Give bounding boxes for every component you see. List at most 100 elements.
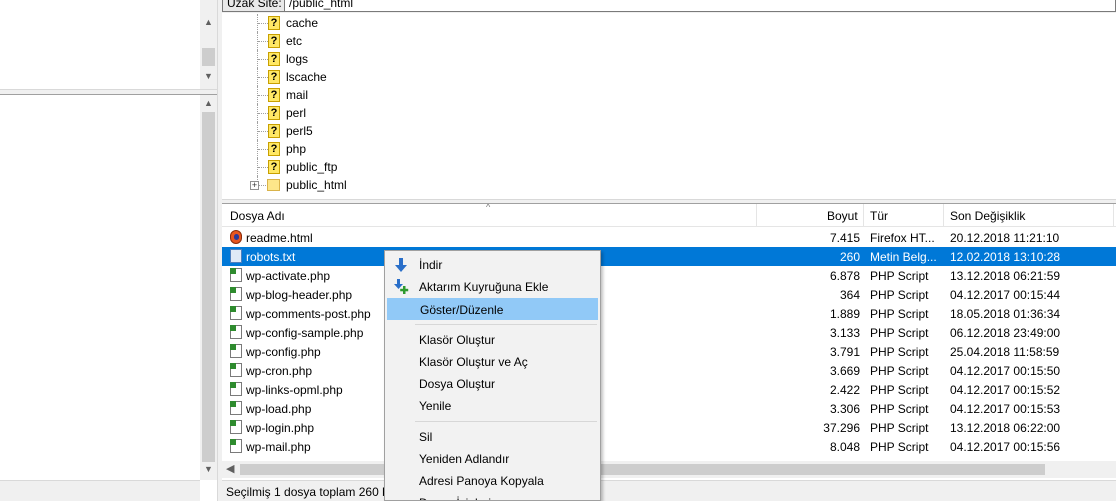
table-row[interactable]: wp-activate.php 6.878 PHP Script 13.12.2018… (222, 266, 1116, 285)
file-name: wp-activate.php (246, 269, 331, 283)
file-size: 364 (839, 288, 860, 302)
php-file-icon (230, 306, 242, 320)
expand-icon[interactable]: + (250, 181, 259, 190)
file-size: 2.422 (829, 383, 860, 397)
table-row[interactable]: wp-mail.php 8.048 PHP Script 04.12.2017 00:… (222, 437, 1116, 456)
scroll-down-icon[interactable]: ▼ (200, 461, 217, 478)
tree-item[interactable]: ? php (222, 140, 522, 158)
tree-line (258, 77, 268, 78)
table-row[interactable]: wp-links-opml.php 2.422 PHP Script 04.12.20… (222, 380, 1116, 399)
menu-separator (415, 421, 597, 422)
file-name: wp-login.php (246, 421, 315, 435)
menu-item-adresi-panoya-kopyala[interactable]: Adresi Panoya Kopyala (387, 470, 598, 492)
tree-item[interactable]: ? mail (222, 86, 522, 104)
column-header-type[interactable]: Tür (870, 209, 888, 223)
menu-item-klas-r-olu-tur[interactable]: Klasör Oluştur (387, 329, 598, 351)
file-type: Metin Belg... (870, 250, 937, 264)
remote-path-input[interactable]: /public_html (284, 0, 1116, 12)
tree-item-label: lscache (286, 70, 327, 84)
file-name: robots.txt (246, 250, 296, 264)
tree-item[interactable]: ? perl (222, 104, 522, 122)
file-type: PHP Script (870, 345, 929, 359)
tree-item[interactable]: ? lscache (222, 68, 522, 86)
list-horizontal-scrollbar[interactable]: ◀ (222, 461, 1116, 478)
context-menu: İndir Aktarım Kuyruğuna Ekle Göster/Düzenl… (384, 250, 601, 501)
question-folder-icon: ? (268, 124, 280, 138)
menu-item-dosya-i-zinleri[interactable]: Dosya İzinleri (387, 492, 598, 500)
menu-item-yenile[interactable]: Yenile (387, 395, 598, 417)
file-size: 3.306 (829, 402, 860, 416)
file-modified: 04.12.2017 00:15:50 (950, 364, 1061, 378)
tree-item[interactable]: ? etc (222, 32, 522, 50)
table-row[interactable]: wp-config.php 3.791 PHP Script 25.04.2018 1… (222, 342, 1116, 361)
tree-item[interactable]: ? logs (222, 50, 522, 68)
file-name: wp-mail.php (246, 440, 311, 454)
remote-file-list[interactable]: ^ Dosya Adı Boyut Tür Son Değişiklik rea… (222, 204, 1116, 480)
tree-item[interactable]: + public_html (222, 176, 522, 194)
file-modified: 20.12.2018 11:21:10 (950, 231, 1060, 245)
file-modified: 25.04.2018 11:58:59 (950, 345, 1060, 359)
column-divider[interactable] (1113, 204, 1114, 227)
remote-tree[interactable]: ? cache? etc? logs? lscache ? mail? perl? perl5?… (222, 13, 1116, 201)
php-file-icon (230, 382, 242, 396)
column-divider[interactable] (943, 204, 944, 227)
table-row[interactable]: robots.txt 260 Metin Belg... 12.02.2018 13:… (222, 247, 1116, 266)
tree-line (258, 131, 268, 132)
menu-item-g-ster-d-zenle[interactable]: Göster/Düzenle (387, 298, 598, 320)
scroll-up-icon[interactable]: ▲ (200, 95, 217, 112)
menu-item-sil[interactable]: Sil (387, 426, 598, 448)
tree-line (258, 149, 268, 150)
column-header-name[interactable]: Dosya Adı (230, 209, 285, 223)
scroll-thumb[interactable] (240, 464, 1045, 475)
table-row[interactable]: wp-comments-post.php 1.889 PHP Script 18.05… (222, 304, 1116, 323)
menu-item-label: Göster/Düzenle (420, 303, 504, 317)
file-modified: 04.12.2017 00:15:56 (950, 440, 1061, 454)
menu-item-i-ndir[interactable]: İndir (387, 254, 598, 276)
scroll-up-icon[interactable]: ▲ (200, 14, 217, 31)
column-divider[interactable] (863, 204, 864, 227)
menu-item-aktar-m-kuyru-una-ekle[interactable]: Aktarım Kuyruğuna Ekle (387, 276, 598, 298)
menu-item-label: Klasör Oluştur ve Aç (419, 355, 528, 369)
scroll-thumb[interactable] (202, 48, 215, 66)
table-row[interactable]: wp-load.php 3.306 PHP Script 04.12.2017 00:… (222, 399, 1116, 418)
local-tree-scrollbar[interactable]: ▲ ▼ (200, 0, 217, 89)
local-tree-pane[interactable] (0, 0, 200, 89)
table-row[interactable]: wp-config-sample.php 3.133 PHP Script 06.12… (222, 323, 1116, 342)
file-modified: 04.12.2017 00:15:53 (950, 402, 1061, 416)
table-row[interactable]: wp-cron.php 3.669 PHP Script 04.12.2017 00:… (222, 361, 1116, 380)
list-header: ^ Dosya Adı Boyut Tür Son Değişiklik (222, 204, 1116, 227)
table-row[interactable]: wp-blog-header.php 364 PHP Script 04.12.201… (222, 285, 1116, 304)
question-folder-icon: ? (268, 70, 280, 84)
table-row[interactable]: wp-login.php 37.296 PHP Script 13.12.2018 0… (222, 418, 1116, 437)
column-divider[interactable] (756, 204, 757, 227)
sort-ascending-icon: ^ (486, 204, 491, 212)
menu-item-label: Klasör Oluştur (419, 333, 496, 347)
tree-item[interactable]: ? cache (222, 14, 522, 32)
question-folder-icon: ? (268, 16, 280, 30)
column-header-modified[interactable]: Son Değişiklik (950, 209, 1025, 223)
remote-site-bar: Uzak Site: /public_html (222, 0, 1116, 13)
file-modified: 06.12.2018 23:49:00 (950, 326, 1061, 340)
local-list-scrollbar[interactable]: ▲ ▼ (200, 95, 217, 480)
menu-item-label: Dosya İzinleri (419, 496, 491, 500)
menu-item-yeniden-adland-r[interactable]: Yeniden Adlandır (387, 448, 598, 470)
question-folder-icon: ? (268, 52, 280, 66)
file-modified: 18.05.2018 01:36:34 (950, 307, 1061, 321)
menu-item-label: Sil (419, 430, 433, 444)
scroll-thumb[interactable] (202, 112, 215, 462)
tree-line (258, 113, 268, 114)
file-name: wp-load.php (246, 402, 312, 416)
menu-item-dosya-olu-tur[interactable]: Dosya Oluştur (387, 373, 598, 395)
file-size: 3.669 (829, 364, 860, 378)
menu-item-klas-r-olu-tur-ve-a[interactable]: Klasör Oluştur ve Aç (387, 351, 598, 373)
file-modified: 04.12.2017 00:15:52 (950, 383, 1061, 397)
local-file-list[interactable] (0, 95, 200, 480)
tree-item[interactable]: ? perl5 (222, 122, 522, 140)
table-row[interactable]: readme.html 7.415 Firefox HT... 20.12.2018 … (222, 228, 1116, 247)
column-header-size[interactable]: Boyut (827, 209, 858, 223)
tree-item[interactable]: ? public_ftp (222, 158, 522, 176)
tree-line (258, 167, 268, 168)
menu-item-label: İndir (419, 258, 443, 272)
scroll-left-icon[interactable]: ◀ (226, 462, 234, 475)
scroll-down-icon[interactable]: ▼ (200, 68, 217, 85)
